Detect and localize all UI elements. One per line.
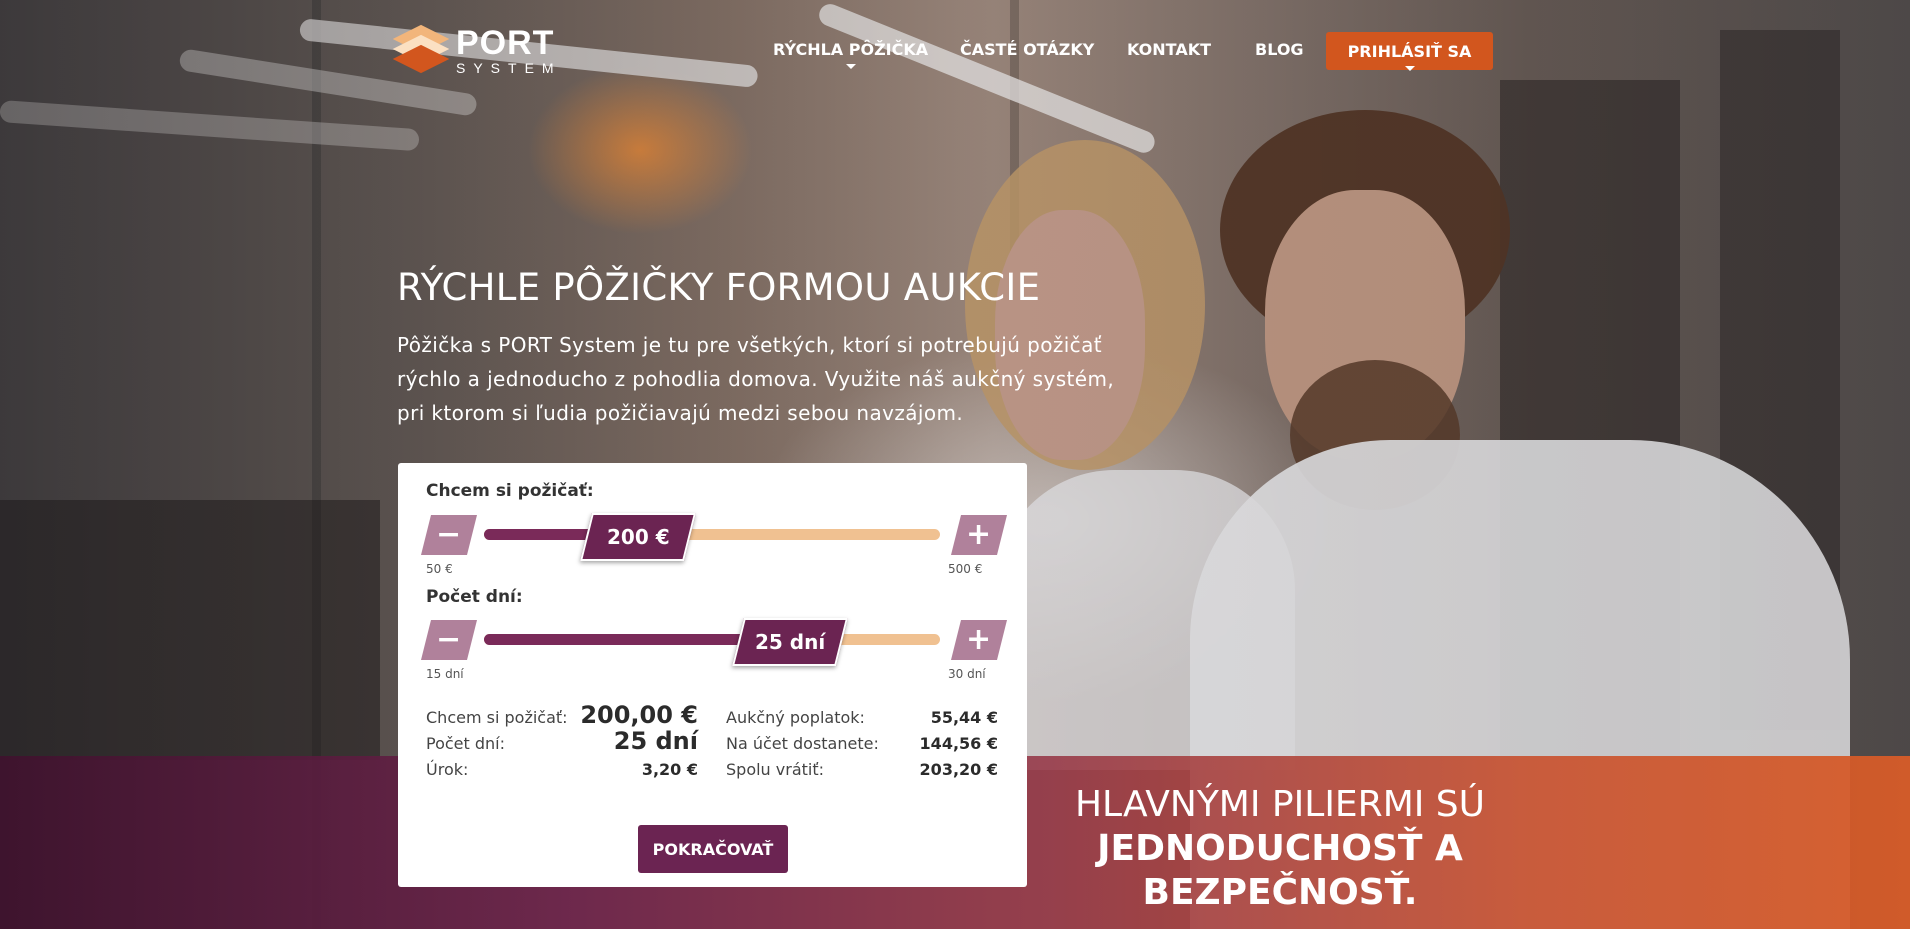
amount-slider: − 200 € + xyxy=(421,513,1007,561)
login-button-label: PRIHLÁSIŤ SA xyxy=(1347,41,1472,61)
days-slider-handle[interactable]: 25 dní xyxy=(732,618,849,666)
amount-increase-button[interactable]: + xyxy=(951,515,1007,555)
summary-label: Aukčný poplatok: xyxy=(726,708,865,727)
amount-min-label: 50 € xyxy=(426,562,453,576)
logo-title: PORT xyxy=(456,24,555,62)
pillars-heading-line1: HLAVNÝMI PILIERMI SÚ xyxy=(1074,784,1486,825)
summary-value: 25 dní xyxy=(613,727,698,755)
plus-icon: + xyxy=(966,622,992,657)
summary-row: Aukčný poplatok: 55,44 € xyxy=(726,705,998,731)
nav-item-label: KONTAKT xyxy=(1127,40,1212,59)
days-min-label: 15 dní xyxy=(426,667,464,681)
days-slider-track[interactable] xyxy=(484,634,940,645)
summary-label: Na účet dostanete: xyxy=(726,734,879,753)
chevron-down-icon xyxy=(1404,65,1415,71)
days-value: 25 dní xyxy=(755,630,826,654)
minus-icon: − xyxy=(436,517,462,552)
nav-item-quick-loan[interactable]: RÝCHLA PÔŽIČKA xyxy=(773,40,929,69)
summary-value: 144,56 € xyxy=(919,734,998,753)
summary-value: 203,20 € xyxy=(919,760,998,779)
days-decrease-button[interactable]: − xyxy=(421,620,477,660)
pillars-heading: HLAVNÝMI PILIERMI SÚ JEDNODUCHOSŤ A BEZP… xyxy=(1030,783,1530,915)
summary-value: 3,20 € xyxy=(641,760,698,779)
nav-item-label: RÝCHLA PÔŽIČKA xyxy=(773,40,929,59)
summary-value: 55,44 € xyxy=(930,708,998,727)
days-max-label: 30 dní xyxy=(948,667,986,681)
amount-max-label: 500 € xyxy=(948,562,983,576)
logo-stack-icon xyxy=(392,24,450,75)
pillars-heading-line2: JEDNODUCHOSŤ A BEZPEČNOSŤ. xyxy=(1097,828,1463,913)
summary-row: Spolu vrátiť: 203,20 € xyxy=(726,757,998,783)
chevron-down-icon xyxy=(845,64,856,69)
nav-item-label: BLOG xyxy=(1255,40,1304,59)
nav-item-contact[interactable]: KONTAKT xyxy=(1127,40,1211,59)
summary-row: Úrok: 3,20 € xyxy=(426,757,698,783)
minus-icon: − xyxy=(436,622,462,657)
summary-label: Úrok: xyxy=(426,760,469,779)
continue-button[interactable]: POKRAČOVAŤ xyxy=(638,825,788,873)
amount-label: Chcem si požičať: xyxy=(426,481,594,501)
loan-calculator: Chcem si požičať: − 200 € + 50 € 500 € P… xyxy=(398,463,1027,887)
amount-slider-track[interactable] xyxy=(484,529,940,540)
hero-description: Pôžička s PORT System je tu pre všetkých… xyxy=(397,333,1115,425)
hero-title: RÝCHLE PÔŽIČKY FORMOU AUKCIE xyxy=(397,266,1041,309)
plus-icon: + xyxy=(966,517,992,552)
summary-label: Spolu vrátiť: xyxy=(726,760,825,779)
nav-item-label: ČASTÉ OTÁZKY xyxy=(960,40,1095,59)
days-label: Počet dní: xyxy=(426,587,523,607)
amount-decrease-button[interactable]: − xyxy=(421,515,477,555)
nav-item-blog[interactable]: BLOG xyxy=(1255,40,1304,59)
login-button[interactable]: PRIHLÁSIŤ SA xyxy=(1326,32,1493,71)
logo[interactable]: PORT SYSTEM xyxy=(392,24,562,76)
summary-left-column: Chcem si požičať: 200,00 € Počet dní: 25… xyxy=(426,701,698,783)
amount-value: 200 € xyxy=(606,525,670,549)
summary-row: Na účet dostanete: 144,56 € xyxy=(726,731,998,757)
continue-button-label: POKRAČOVAŤ xyxy=(652,839,774,859)
summary-right-column: Aukčný poplatok: 55,44 € Na účet dostane… xyxy=(726,705,998,783)
summary-label: Počet dní: xyxy=(426,734,505,753)
days-increase-button[interactable]: + xyxy=(951,620,1007,660)
days-slider: − 25 dní + xyxy=(421,618,1007,666)
summary-label: Chcem si požičať: xyxy=(426,708,568,727)
logo-subtitle: SYSTEM xyxy=(456,60,562,76)
summary-value: 200,00 € xyxy=(580,701,698,729)
summary-row: Počet dní: 25 dní xyxy=(426,727,698,757)
amount-slider-handle[interactable]: 200 € xyxy=(579,513,696,561)
nav-item-faq[interactable]: ČASTÉ OTÁZKY xyxy=(960,40,1094,59)
